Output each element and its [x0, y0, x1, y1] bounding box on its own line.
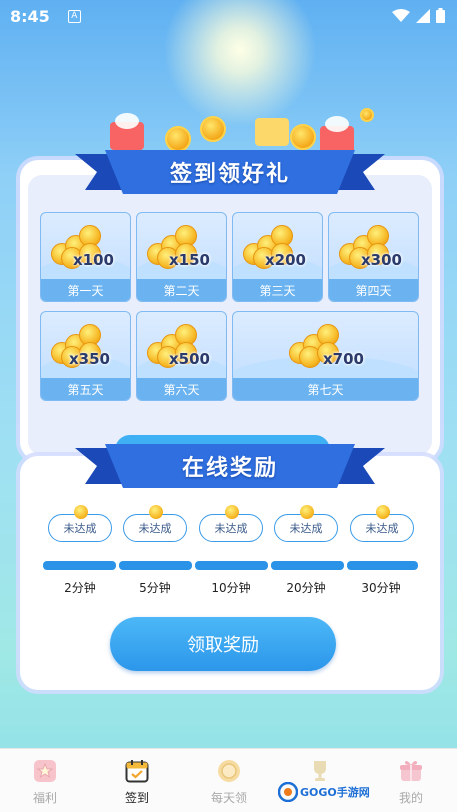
claim-reward-button[interactable]: 领取奖励	[110, 617, 336, 671]
reward-badge-3[interactable]: 未达成	[199, 505, 263, 542]
time-label: 30分钟	[361, 581, 401, 595]
day-label: 第二天	[137, 279, 226, 301]
day-card-1[interactable]: x100 第一天	[40, 212, 131, 302]
day-amount: x100	[73, 251, 114, 269]
day-amount: x200	[265, 251, 306, 269]
coin-icon	[225, 505, 239, 519]
day-card-2[interactable]: x150 第二天	[136, 212, 227, 302]
nav-label: 签到	[124, 791, 149, 805]
time-label: 20分钟	[286, 581, 326, 595]
day-card-3[interactable]: x200 第三天	[232, 212, 323, 302]
calendar-check-icon	[125, 760, 149, 783]
day-label: 第一天	[41, 279, 130, 301]
day-label: 第六天	[137, 378, 226, 400]
nav-item-daily[interactable]: 每天领	[189, 749, 269, 812]
coin-icon	[218, 760, 240, 782]
checkin-title: 签到领好礼	[169, 162, 290, 187]
day-card-5[interactable]: x350 第五天	[40, 311, 131, 401]
day-card-7[interactable]: x700 第七天	[232, 311, 419, 401]
time-label: 5分钟	[139, 581, 171, 595]
online-title-ribbon: 在线奖励	[75, 444, 385, 488]
checkin-title-ribbon: 签到领好礼	[75, 150, 385, 194]
signal-icon	[416, 8, 430, 23]
nav-label: 每天领	[210, 791, 247, 805]
reward-badge-1[interactable]: 未达成	[48, 505, 112, 542]
coin-icon	[149, 505, 163, 519]
progress-segment	[119, 561, 192, 570]
nav-label: 我的	[398, 791, 423, 805]
day-amount: x150	[169, 251, 210, 269]
star-icon	[34, 760, 56, 782]
day-amount: x500	[169, 350, 210, 368]
reward-badge-4[interactable]: 未达成	[274, 505, 338, 542]
coin-icon	[376, 505, 390, 519]
day-label: 第四天	[329, 279, 418, 301]
reward-badge-2[interactable]: 未达成	[123, 505, 187, 542]
progress-segment	[43, 561, 116, 570]
gift-box-icon	[400, 761, 422, 781]
progress-segment	[271, 561, 344, 570]
nav-label: 福利	[32, 791, 57, 805]
bottom-nav: 福利 签到 每天领 我的	[0, 748, 457, 812]
day-label: 第三天	[233, 279, 322, 301]
day-amount: x350	[69, 350, 110, 368]
day-card-4[interactable]: x300 第四天	[328, 212, 419, 302]
watermark: GOGO手游网	[278, 780, 370, 804]
day-amount: x300	[361, 251, 402, 269]
online-title: 在线奖励	[181, 456, 278, 481]
time-label: 2分钟	[64, 581, 96, 595]
progress-segment	[347, 561, 418, 570]
wifi-icon	[392, 8, 410, 22]
day-label: 第七天	[233, 378, 418, 400]
nav-item-checkin[interactable]: 签到	[97, 749, 177, 812]
coin-icon	[300, 505, 314, 519]
coin-icon	[74, 505, 88, 519]
day-amount: x700	[323, 350, 364, 368]
status-time: 8:45	[10, 6, 50, 26]
battery-icon	[436, 8, 445, 23]
day-label: 第五天	[41, 378, 130, 400]
day-card-6[interactable]: x500 第六天	[136, 311, 227, 401]
time-label: 10分钟	[211, 581, 251, 595]
progress-segment	[195, 561, 268, 570]
reward-badge-5[interactable]: 未达成	[350, 505, 414, 542]
nav-item-welfare[interactable]: 福利	[5, 749, 85, 812]
notification-icon: A	[67, 9, 81, 23]
nav-item-mine[interactable]: 我的	[371, 749, 451, 812]
watermark-logo-icon	[278, 782, 298, 802]
